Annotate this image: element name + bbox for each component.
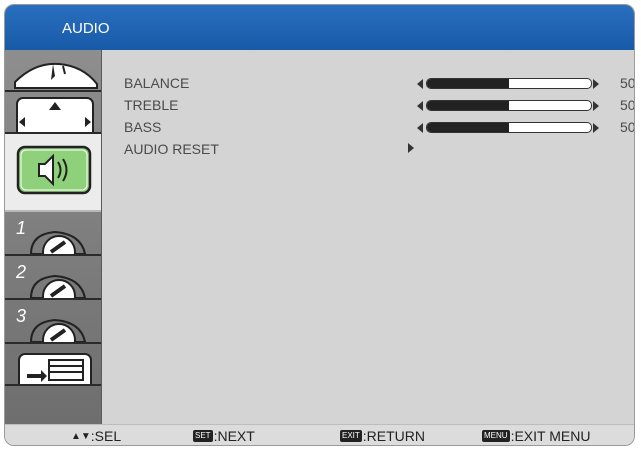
exit-key-icon: EXIT — [340, 430, 362, 442]
advanced-option-icon — [18, 353, 92, 384]
hint-select: ▲▼:SEL — [71, 428, 121, 444]
sidebar-item-audio[interactable] — [5, 134, 101, 212]
balance-value: 50 — [620, 75, 635, 91]
slider-track — [426, 78, 592, 89]
balance-slider[interactable] — [417, 78, 599, 89]
right-arrow-icon[interactable] — [593, 101, 599, 111]
sidebar-item-advanced[interactable] — [5, 344, 101, 386]
config3-gear-icon: 3 — [16, 306, 87, 342]
left-arrow-icon[interactable] — [417, 79, 423, 89]
osd-menu-window: AUDIO 1 2 3 BALANCE 50 TREBLE 50 BASS 50… — [4, 4, 635, 446]
set-key-icon: SET — [193, 430, 213, 442]
menu-header: AUDIO — [5, 5, 634, 50]
slider-fill — [427, 79, 509, 88]
slider-fill — [427, 123, 509, 132]
menu-key-icon: MENU — [482, 430, 510, 442]
up-down-arrow-icon: ▲▼ — [71, 430, 91, 442]
sidebar-item-config-2[interactable]: 2 — [5, 256, 101, 300]
right-arrow-icon[interactable] — [408, 143, 414, 153]
balance-label: BALANCE — [124, 75, 190, 91]
audio-settings-panel: BALANCE 50 TREBLE 50 BASS 50 AUDIO RESET — [102, 50, 634, 424]
right-arrow-icon[interactable] — [593, 123, 599, 133]
treble-value: 50 — [620, 97, 635, 113]
slider-track — [426, 100, 592, 111]
sidebar-item-screen[interactable] — [5, 92, 101, 134]
svg-text:1: 1 — [16, 218, 26, 238]
menu-title: AUDIO — [62, 20, 110, 37]
balance-row[interactable]: BALANCE 50 — [124, 74, 634, 92]
footer-hints: ▲▼:SEL SET:NEXT EXIT:RETURN MENU:EXIT ME… — [5, 424, 634, 445]
hint-next-text: :NEXT — [213, 428, 255, 444]
left-arrow-icon[interactable] — [417, 123, 423, 133]
svg-text:2: 2 — [15, 262, 26, 282]
treble-slider[interactable] — [417, 100, 599, 111]
right-arrow-icon[interactable] — [593, 79, 599, 89]
screen-adjust-icon — [16, 97, 94, 132]
config2-gear-icon: 2 — [15, 262, 87, 298]
audio-reset-row[interactable]: AUDIO RESET — [124, 140, 624, 158]
sidebar-item-config-3[interactable]: 3 — [5, 300, 101, 344]
hint-return: EXIT:RETURN — [340, 428, 425, 444]
audio-reset-label: AUDIO RESET — [124, 141, 219, 157]
hint-return-text: :RETURN — [362, 428, 426, 444]
slider-fill — [427, 101, 509, 110]
hint-select-text: :SEL — [90, 428, 122, 444]
bass-slider[interactable] — [417, 122, 599, 133]
left-arrow-icon[interactable] — [417, 101, 423, 111]
bass-row[interactable]: BASS 50 — [124, 118, 634, 136]
audio-speaker-icon — [16, 145, 92, 195]
sidebar-item-picture[interactable] — [5, 50, 101, 92]
hint-exit-menu-text: :EXIT MENU — [510, 428, 591, 444]
hint-exit-menu: MENU:EXIT MENU — [482, 428, 590, 444]
svg-text:3: 3 — [16, 306, 26, 326]
bass-label: BASS — [124, 119, 162, 135]
picture-icon — [14, 62, 98, 89]
bass-value: 50 — [620, 119, 635, 135]
treble-label: TREBLE — [124, 97, 179, 113]
sidebar: 1 2 3 — [5, 50, 102, 424]
hint-next: SET:NEXT — [193, 428, 255, 444]
treble-row[interactable]: TREBLE 50 — [124, 96, 634, 114]
config1-gear-icon: 1 — [16, 218, 87, 254]
slider-track — [426, 122, 592, 133]
sidebar-item-config-1[interactable]: 1 — [5, 212, 101, 256]
